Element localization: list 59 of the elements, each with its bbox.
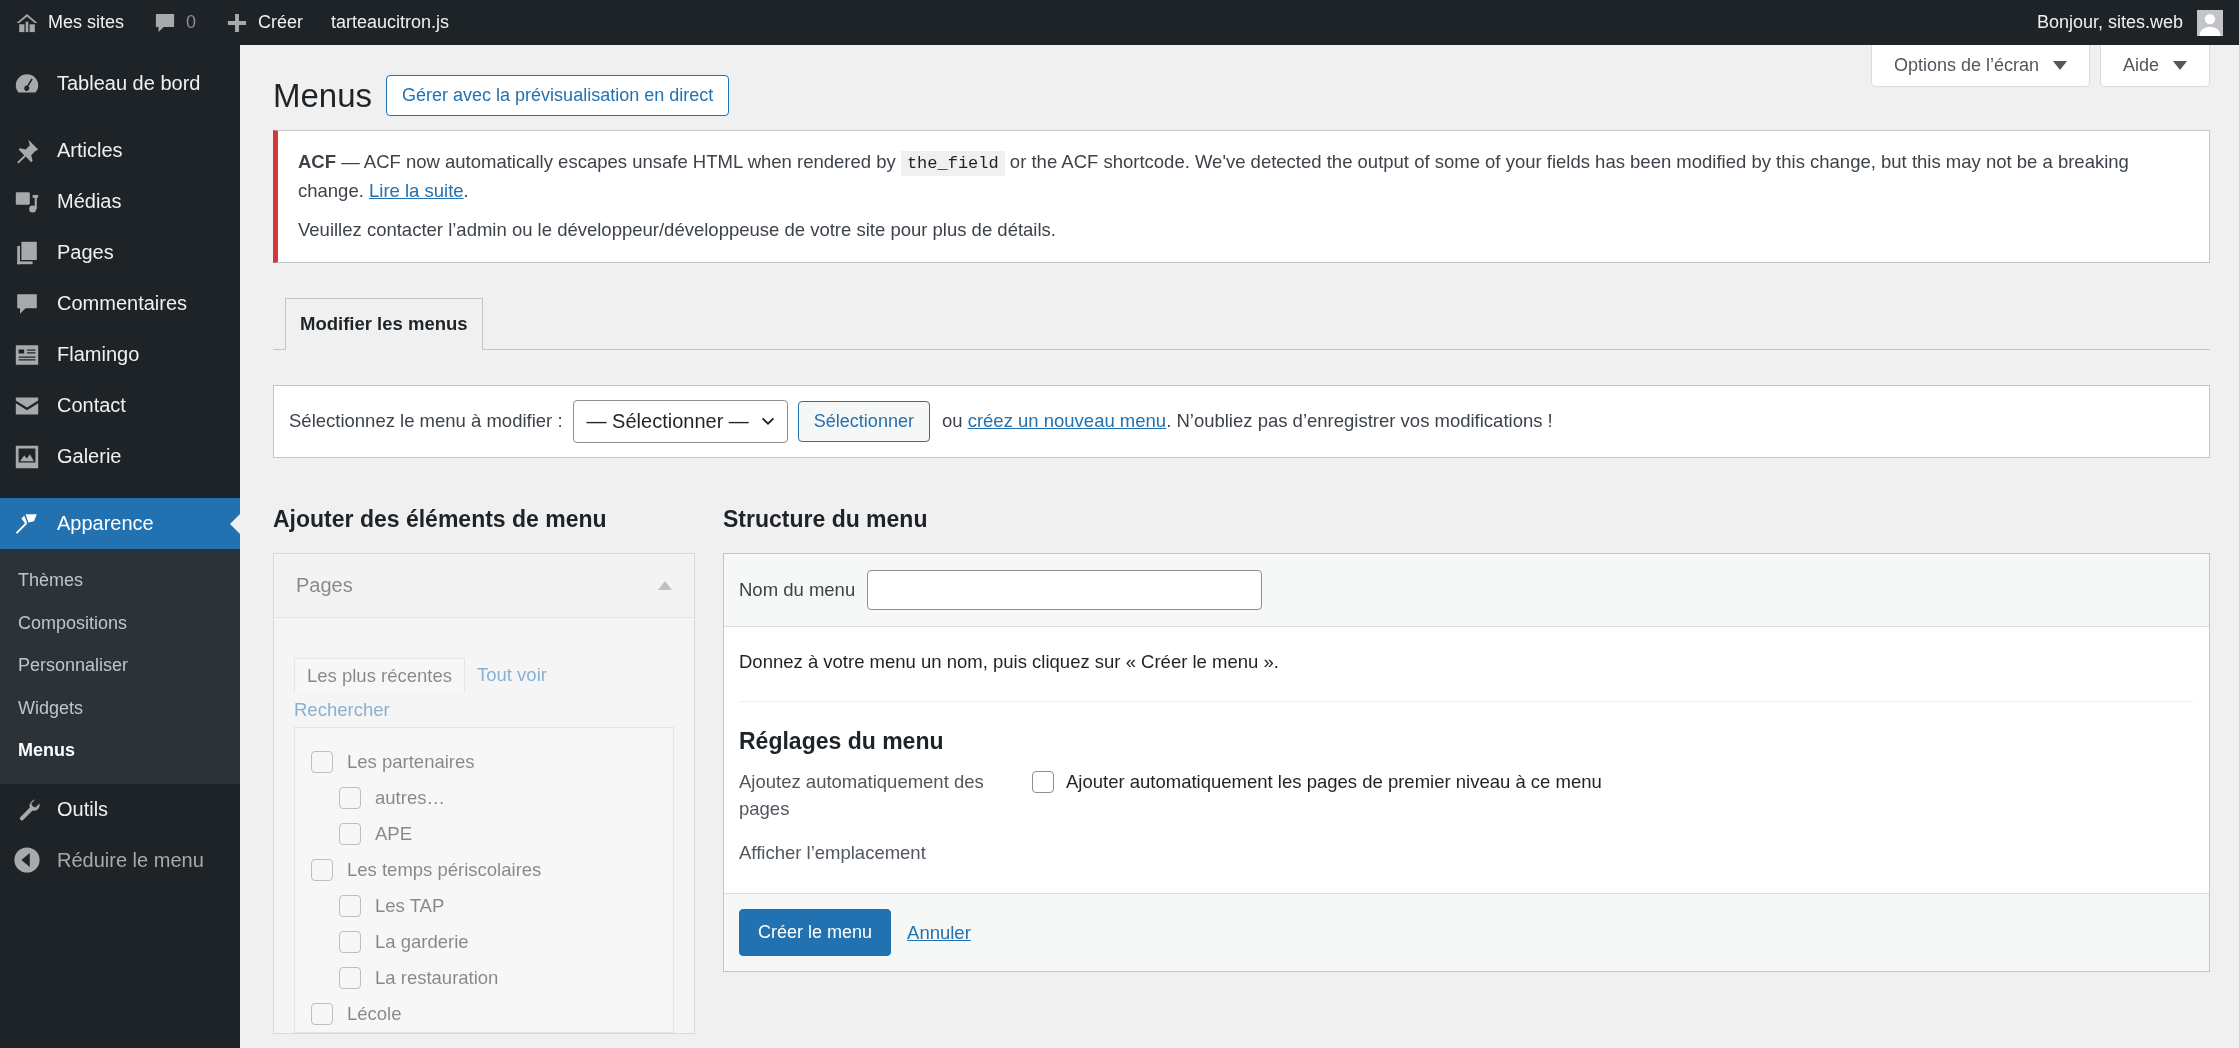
cancel-link[interactable]: Annuler [907, 921, 971, 944]
section-heading: Ajouter des éléments de menu [273, 505, 608, 533]
setting-label: Ajoutez automatiquement des pages [739, 769, 985, 821]
caret-icon [2052, 61, 2067, 70]
sidebar-item[interactable]: Commentaires [0, 278, 240, 329]
sidebar-item[interactable]: Médias [0, 176, 240, 227]
sidebar-item[interactable]: Outils [0, 783, 240, 835]
page-label: Les temps périscolaires [347, 858, 542, 881]
checkbox-label: Ajouter automatiquement les pages de premier niveau à ce menu [1066, 770, 1602, 793]
submenu-item[interactable]: Compositions [0, 601, 240, 644]
page-label: autres… [375, 786, 445, 809]
setting-label: Afficher l’emplacement [739, 841, 927, 866]
dropdown-button[interactable]: Options de l’écran [1870, 45, 2090, 87]
notice-text: ACF — ACF now automatically escapes unsafe HTML when rendered by the_field or the ACF shortcode. We've detected the output of some of your fields has been modified by this change, but this may not be a breaking change. Lire la suite. [298, 150, 2130, 204]
section-heading: Structure du menu [723, 505, 929, 533]
page-label: La restauration [375, 966, 499, 989]
avatar-icon[interactable] [2197, 9, 2223, 36]
page-label: La garderie [375, 930, 469, 953]
page-label: Les TAP [375, 894, 445, 917]
instruction-text: ou créez un nouveau menu. N’oubliez pas d’enregistrer vos modifications ! [941, 410, 1553, 433]
collapse-arrow-icon [13, 846, 41, 874]
toolbar-link[interactable]: tarteaucitron.js [317, 12, 464, 33]
toolbar-link[interactable]: 0 [138, 9, 211, 36]
submenu-item[interactable]: Thèmes [0, 559, 240, 602]
instruction-text: Donnez à votre menu un nom, puis cliquez sur « Créer le menu ». [739, 650, 1280, 673]
sidebar-item[interactable]: Articles [0, 125, 240, 176]
notice-text: Veuillez contacter l’admin ou le développeur/développeuse de votre site pour plus de détails. [298, 218, 1057, 242]
read-more-link[interactable]: Lire la suite [369, 180, 464, 202]
sidebar-item[interactable]: Pages [0, 227, 240, 278]
dropdown-button[interactable]: Aide [2099, 45, 2210, 87]
caret-icon [2173, 61, 2187, 70]
page-title: Menus [273, 76, 373, 115]
sidebar-item[interactable]: Réduire le menu [0, 834, 240, 886]
live-preview-button[interactable]: Gérer avec la prévisualisation en direct [386, 75, 730, 116]
sidebar-item[interactable]: Contact [0, 380, 240, 431]
field-label: Nom du menu [739, 578, 856, 601]
checkbox[interactable] [1032, 770, 1054, 793]
settings-heading: Réglages du menu [739, 727, 945, 755]
sidebar-item[interactable]: Tableau de bord [0, 58, 240, 109]
menu-name-field[interactable] [867, 569, 1263, 610]
sidebar-item[interactable]: Galerie [0, 431, 240, 482]
submenu-item[interactable]: Menus [0, 729, 240, 772]
sidebar-item[interactable]: Apparence [0, 498, 240, 549]
greeting-link[interactable]: Bonjour, sites.web [2022, 12, 2197, 33]
toolbar-link[interactable]: Créer [210, 9, 318, 36]
menu-dropdown[interactable]: — Sélectionner — [572, 399, 788, 443]
submenu-item[interactable]: Personnaliser [0, 644, 240, 687]
tab[interactable]: Modifier les menus [285, 297, 483, 350]
page-label: Lécole [347, 1002, 402, 1025]
page-label: APE [375, 822, 413, 845]
create-menu-button[interactable]: Créer le menu [739, 909, 892, 957]
submenu-item[interactable]: Widgets [0, 686, 240, 729]
page-label: Les partenaires [347, 750, 475, 773]
select-label: Sélectionnez le menu à modifier : [289, 410, 563, 433]
toolbar-link[interactable]: Mes sites [0, 9, 139, 36]
panel-title: Pages [296, 573, 353, 597]
select-button[interactable]: Sélectionner [797, 400, 930, 442]
create-menu-link[interactable]: créez un nouveau menu [967, 410, 1167, 432]
sidebar-item[interactable]: Flamingo [0, 329, 240, 380]
